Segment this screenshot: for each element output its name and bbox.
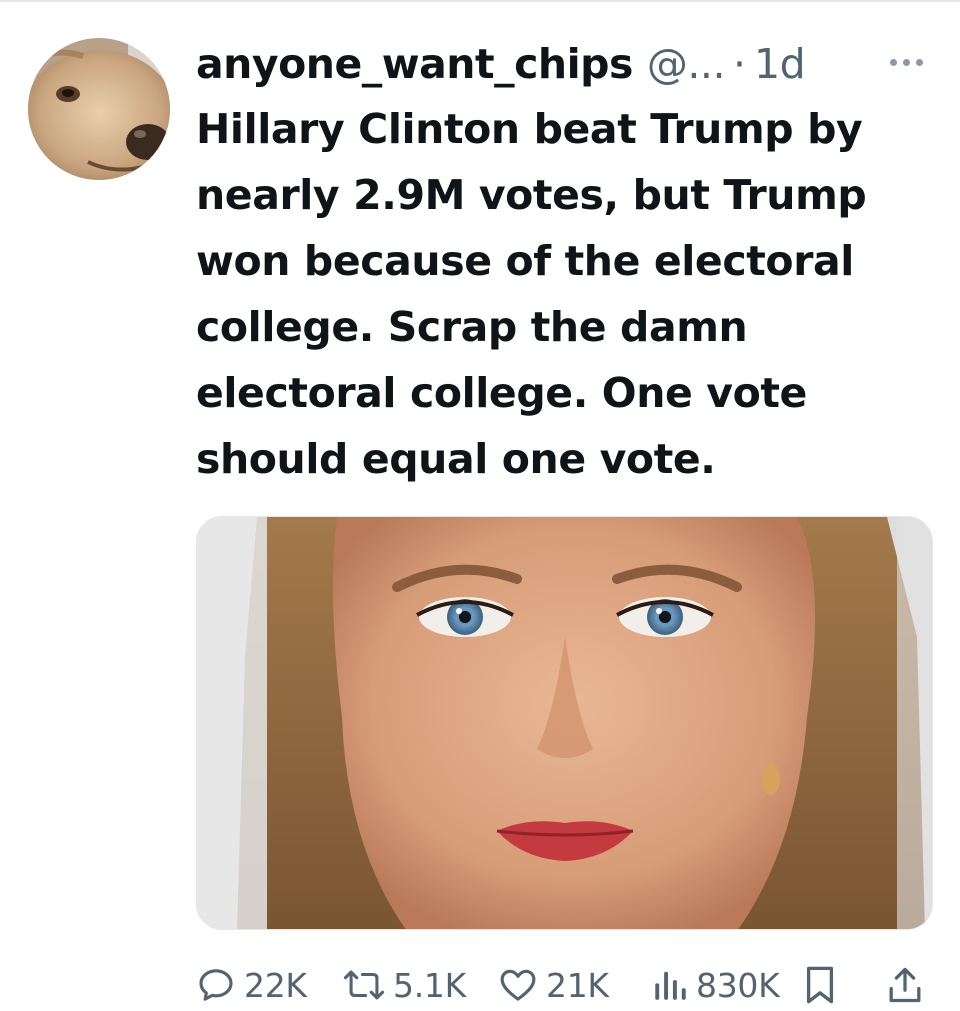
share-icon xyxy=(889,967,921,1003)
repost-count: 5.1K xyxy=(393,965,466,1005)
reply-icon xyxy=(199,969,233,1001)
repost-icon xyxy=(343,970,385,1000)
share-button[interactable] xyxy=(886,958,932,1011)
tweet-text-line: Hillary Clinton beat Trump by xyxy=(196,105,863,153)
reply-count: 22K xyxy=(244,965,307,1005)
tweet-text-line: should equal one vote. xyxy=(196,435,716,483)
views-count: 830K xyxy=(696,965,780,1005)
more-horizontal-icon xyxy=(889,58,897,66)
reply-button[interactable]: 22K xyxy=(196,958,307,1011)
tweet-text-line: electoral college. One vote xyxy=(196,369,807,417)
tweet-text-line: won because of the electoral xyxy=(196,237,854,285)
views-button[interactable]: 830K xyxy=(652,958,780,1011)
tweet[interactable]: anyone_want_chips @... · 1d Hillary Clin… xyxy=(0,0,960,1011)
like-count: 21K xyxy=(546,965,609,1005)
tweet-media-image[interactable] xyxy=(196,516,933,930)
tweet-actions: 22K 5.1K 21K 830K xyxy=(196,958,940,1011)
tweet-text-line: nearly 2.9M votes, but Trump xyxy=(196,171,867,219)
separator-dot: · xyxy=(732,40,747,88)
bookmark-icon xyxy=(806,966,834,1004)
tweet-text: Hillary Clinton beat Trump by nearly 2.9… xyxy=(196,96,940,492)
repost-button[interactable]: 5.1K xyxy=(343,958,466,1011)
timestamp[interactable]: 1d xyxy=(754,40,806,88)
like-button[interactable]: 21K xyxy=(498,958,609,1011)
display-name[interactable]: anyone_want_chips xyxy=(196,40,633,88)
user-handle[interactable]: @... xyxy=(647,40,726,88)
avatar[interactable] xyxy=(28,38,170,180)
portrait-photo xyxy=(197,517,932,929)
more-options-button[interactable] xyxy=(880,46,932,78)
bookmark-button[interactable] xyxy=(802,958,846,1011)
heart-icon xyxy=(500,969,536,1001)
tweet-header: anyone_want_chips @... · 1d xyxy=(196,36,806,92)
avatar-image xyxy=(28,38,170,180)
analytics-icon xyxy=(655,971,686,1000)
tweet-text-line: college. Scrap the damn xyxy=(196,303,748,351)
